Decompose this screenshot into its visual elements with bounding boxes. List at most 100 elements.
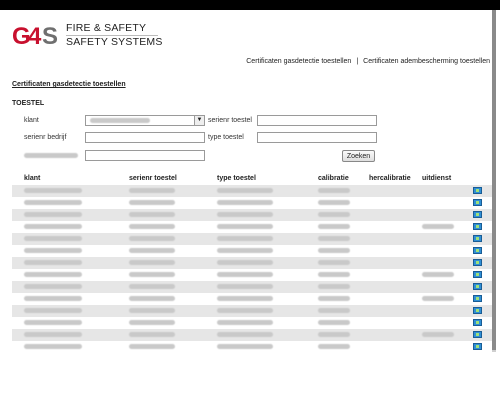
chevron-down-icon[interactable]: ▼ [194,116,204,125]
blurred-cell [24,200,82,205]
blurred-cell [24,332,82,337]
blurred-cell [217,188,273,193]
certificate-view-icon[interactable] [473,199,482,206]
table-row[interactable] [12,305,492,317]
serienr-toestel-input[interactable] [257,115,377,126]
serienr-bedrijf-input[interactable] [85,132,205,143]
svg-text:4: 4 [28,23,42,48]
blurred-cell [129,284,175,289]
certificate-view-icon[interactable] [473,343,482,350]
blurred-cell [422,224,454,229]
table-row[interactable] [12,221,492,233]
certificate-view-icon[interactable] [473,295,482,302]
blurred-cell [24,344,82,349]
table-row[interactable] [12,269,492,281]
table-row[interactable] [12,257,492,269]
blurred-cell [129,224,175,229]
blurred-cell [24,320,82,325]
blurred-cell [318,248,350,253]
blurred-cell [129,188,175,193]
blurred-cell [318,212,350,217]
certificate-view-icon[interactable] [473,283,482,290]
blurred-cell [318,284,350,289]
blurred-cell [24,296,82,301]
extra-filter-input[interactable] [85,150,205,161]
klant-selected-value-blurred [90,118,150,123]
col-header-uitdienst[interactable]: uitdienst [422,175,451,182]
blurred-cell [318,320,350,325]
serienr-bedrijf-label: serienr bedrijf [24,134,67,141]
blurred-cell [24,212,82,217]
breadcrumb[interactable]: Certificaten gasdetectie toestellen [12,81,126,88]
blurred-cell [318,308,350,313]
certificate-view-icon[interactable] [473,235,482,242]
blurred-cell [24,236,82,241]
blurred-cell [217,344,273,349]
blurred-cell [129,200,175,205]
serienr-toestel-label: serienr toestel [208,117,252,124]
certificate-view-icon[interactable] [473,187,482,194]
table-row[interactable] [12,197,492,209]
table-header: klant serienr toestel type toestel calib… [12,173,492,185]
type-toestel-label: type toestel [208,134,244,141]
blurred-cell [318,224,350,229]
blurred-cell [217,272,273,277]
blurred-cell [129,320,175,325]
blurred-cell [24,248,82,253]
table-row[interactable] [12,317,492,329]
blurred-cell [217,260,273,265]
blurred-cell [318,236,350,241]
blurred-cell [422,332,454,337]
table-row[interactable] [12,281,492,293]
nav-link-adembescherming[interactable]: Certificaten adembescherming toestellen [363,58,490,65]
klant-label: klant [24,117,39,124]
section-title: TOESTEL [12,100,45,107]
certificate-view-icon[interactable] [473,307,482,314]
col-header-type-toestel[interactable]: type toestel [217,175,256,182]
klant-select[interactable]: ▼ [85,115,205,126]
certificate-view-icon[interactable] [473,271,482,278]
blurred-cell [217,200,273,205]
blurred-cell [24,188,82,193]
blurred-cell [129,296,175,301]
blurred-cell [129,260,175,265]
certificate-view-icon[interactable] [473,319,482,326]
blurred-cell [217,296,273,301]
certificate-view-icon[interactable] [473,259,482,266]
results-table: klant serienr toestel type toestel calib… [12,173,492,353]
table-row[interactable] [12,329,492,341]
g4s-logo-icon: G 4 S [12,22,58,50]
col-header-serienr-toestel[interactable]: serienr toestel [129,175,177,182]
blurred-cell [318,296,350,301]
blurred-cell [422,296,454,301]
blurred-cell [217,212,273,217]
certificate-view-icon[interactable] [473,223,482,230]
blurred-cell [217,248,273,253]
table-row[interactable] [12,185,492,197]
type-toestel-input[interactable] [257,132,377,143]
blurred-cell [318,332,350,337]
blurred-cell [24,260,82,265]
col-header-calibratie[interactable]: calibratie [318,175,349,182]
blurred-cell [129,344,175,349]
nav-link-gasdetectie[interactable]: Certificaten gasdetectie toestellen [246,58,351,65]
blurred-cell [24,272,82,277]
blurred-cell [318,344,350,349]
certificate-view-icon[interactable] [473,247,482,254]
col-header-klant[interactable]: klant [24,175,40,182]
logo-line-2: SAFETY SYSTEMS [66,35,163,48]
blurred-cell [24,224,82,229]
search-button[interactable]: Zoeken [342,150,375,162]
certificate-view-icon[interactable] [473,331,482,338]
table-row[interactable] [12,341,492,353]
g4s-logo: G 4 S FIRE & SAFETY SAFETY SYSTEMS [12,20,163,50]
table-row[interactable] [12,293,492,305]
logo-line-1: FIRE & SAFETY [66,21,147,34]
blurred-cell [318,260,350,265]
col-header-hercalibratie[interactable]: hercalibratie [369,175,411,182]
certificate-view-icon[interactable] [473,211,482,218]
table-row[interactable] [12,209,492,221]
logo-text: FIRE & SAFETY SAFETY SYSTEMS [66,21,163,48]
table-row[interactable] [12,233,492,245]
table-row[interactable] [12,245,492,257]
